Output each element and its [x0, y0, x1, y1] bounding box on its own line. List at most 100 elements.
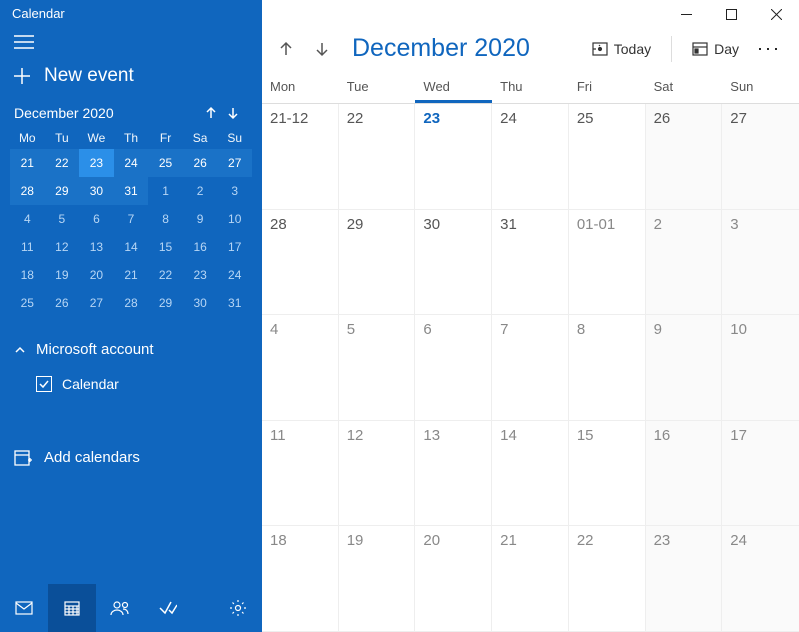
day-cell[interactable]: 23: [415, 104, 492, 210]
day-cell[interactable]: 12: [339, 421, 416, 527]
day-cell[interactable]: 28: [262, 210, 339, 316]
day-cell[interactable]: 8: [569, 315, 646, 421]
mini-day-cell[interactable]: 24: [114, 149, 149, 177]
day-cell[interactable]: 4: [262, 315, 339, 421]
day-header[interactable]: Sun: [722, 73, 799, 103]
mini-day-cell[interactable]: 19: [45, 261, 80, 289]
day-cell[interactable]: 2: [646, 210, 723, 316]
mini-day-cell[interactable]: 5: [45, 205, 80, 233]
day-cell[interactable]: 17: [722, 421, 799, 527]
mail-button[interactable]: [0, 584, 48, 632]
day-header[interactable]: Tue: [339, 73, 416, 103]
mini-day-cell[interactable]: 30: [183, 289, 218, 317]
day-cell[interactable]: 24: [492, 104, 569, 210]
mini-day-cell[interactable]: 28: [10, 177, 45, 205]
day-cell[interactable]: 13: [415, 421, 492, 527]
mini-day-cell[interactable]: 17: [217, 233, 252, 261]
mini-day-cell[interactable]: 10: [217, 205, 252, 233]
mini-day-cell[interactable]: 1: [148, 177, 183, 205]
mini-day-cell[interactable]: 25: [148, 149, 183, 177]
mini-day-cell[interactable]: 28: [114, 289, 149, 317]
close-button[interactable]: [754, 0, 799, 28]
mini-day-cell[interactable]: 31: [217, 289, 252, 317]
mini-day-cell[interactable]: 2: [183, 177, 218, 205]
mini-day-cell[interactable]: 15: [148, 233, 183, 261]
people-button[interactable]: [96, 584, 144, 632]
mini-day-cell[interactable]: 22: [148, 261, 183, 289]
mini-day-cell[interactable]: 30: [79, 177, 114, 205]
day-cell[interactable]: 20: [415, 526, 492, 632]
mini-prev-button[interactable]: [204, 106, 226, 120]
mini-day-cell[interactable]: 6: [79, 205, 114, 233]
mini-calendar-title[interactable]: December 2020: [14, 105, 204, 121]
month-title[interactable]: December 2020: [352, 34, 578, 63]
mini-day-cell[interactable]: 12: [45, 233, 80, 261]
view-button[interactable]: Day: [686, 37, 745, 61]
minimize-button[interactable]: [664, 0, 709, 28]
day-cell[interactable]: 31: [492, 210, 569, 316]
mini-day-cell[interactable]: 4: [10, 205, 45, 233]
calendar-list-item[interactable]: Calendar: [0, 366, 262, 402]
mini-day-cell[interactable]: 26: [45, 289, 80, 317]
day-cell[interactable]: 14: [492, 421, 569, 527]
day-cell[interactable]: 21: [492, 526, 569, 632]
day-cell[interactable]: 26: [646, 104, 723, 210]
day-cell[interactable]: 29: [339, 210, 416, 316]
day-cell[interactable]: 23: [646, 526, 723, 632]
mini-day-cell[interactable]: 20: [79, 261, 114, 289]
today-button[interactable]: Today: [586, 37, 657, 61]
day-cell[interactable]: 19: [339, 526, 416, 632]
mini-day-cell[interactable]: 24: [217, 261, 252, 289]
day-cell[interactable]: 30: [415, 210, 492, 316]
mini-day-cell[interactable]: 21: [10, 149, 45, 177]
settings-button[interactable]: [214, 584, 262, 632]
day-cell[interactable]: 9: [646, 315, 723, 421]
mini-day-cell[interactable]: 23: [79, 149, 114, 177]
day-cell[interactable]: 25: [569, 104, 646, 210]
mini-next-button[interactable]: [226, 106, 248, 120]
add-calendars-button[interactable]: Add calendars: [0, 432, 262, 482]
mini-day-cell[interactable]: 11: [10, 233, 45, 261]
day-header[interactable]: Sat: [646, 73, 723, 103]
day-header[interactable]: Thu: [492, 73, 569, 103]
mini-day-cell[interactable]: 16: [183, 233, 218, 261]
calendar-button[interactable]: [48, 584, 96, 632]
day-cell[interactable]: 27: [722, 104, 799, 210]
day-cell[interactable]: 3: [722, 210, 799, 316]
day-header[interactable]: Mon: [262, 73, 339, 103]
day-cell[interactable]: 22: [339, 104, 416, 210]
day-cell[interactable]: 18: [262, 526, 339, 632]
new-event-button[interactable]: New event: [0, 55, 262, 101]
mini-day-cell[interactable]: 18: [10, 261, 45, 289]
mini-day-cell[interactable]: 25: [10, 289, 45, 317]
day-cell[interactable]: 11: [262, 421, 339, 527]
mini-day-cell[interactable]: 27: [217, 149, 252, 177]
mini-day-cell[interactable]: 29: [148, 289, 183, 317]
hamburger-button[interactable]: [0, 25, 262, 55]
day-cell[interactable]: 21-12: [262, 104, 339, 210]
mini-day-cell[interactable]: 22: [45, 149, 80, 177]
more-button[interactable]: ···: [753, 38, 785, 59]
mini-day-cell[interactable]: 21: [114, 261, 149, 289]
account-toggle[interactable]: Microsoft account: [0, 325, 262, 366]
mini-day-cell[interactable]: 31: [114, 177, 149, 205]
mini-day-cell[interactable]: 9: [183, 205, 218, 233]
day-cell[interactable]: 10: [722, 315, 799, 421]
mini-day-cell[interactable]: 7: [114, 205, 149, 233]
maximize-button[interactable]: [709, 0, 754, 28]
day-header[interactable]: Fri: [569, 73, 646, 103]
mini-day-cell[interactable]: 8: [148, 205, 183, 233]
day-cell[interactable]: 01-01: [569, 210, 646, 316]
day-cell[interactable]: 7: [492, 315, 569, 421]
day-cell[interactable]: 5: [339, 315, 416, 421]
mini-day-cell[interactable]: 26: [183, 149, 218, 177]
day-cell[interactable]: 22: [569, 526, 646, 632]
mini-day-cell[interactable]: 14: [114, 233, 149, 261]
todo-button[interactable]: [144, 584, 192, 632]
day-cell[interactable]: 15: [569, 421, 646, 527]
day-cell[interactable]: 16: [646, 421, 723, 527]
next-period-button[interactable]: [308, 35, 336, 63]
mini-day-cell[interactable]: 27: [79, 289, 114, 317]
mini-day-cell[interactable]: 23: [183, 261, 218, 289]
mini-day-cell[interactable]: 13: [79, 233, 114, 261]
